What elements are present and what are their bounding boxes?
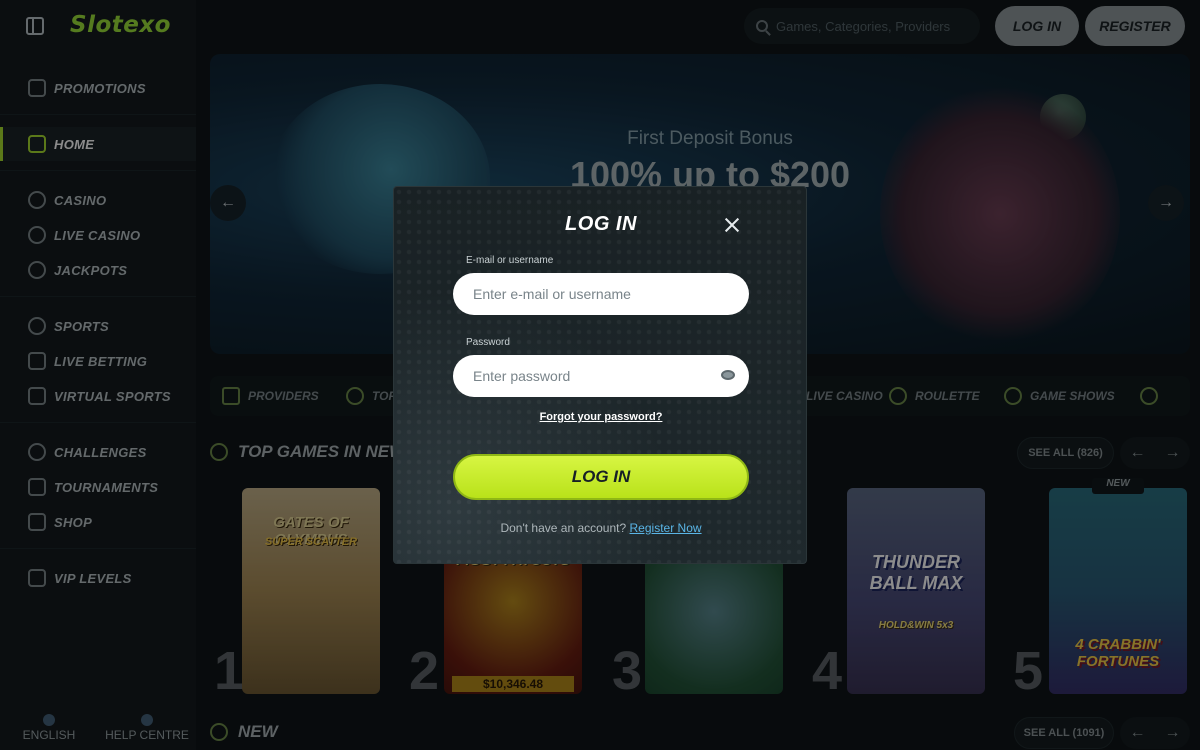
modal-title: LOG IN bbox=[565, 213, 637, 235]
forgot-password-link[interactable]: Forgot your password? bbox=[394, 411, 808, 423]
register-prompt: Don't have an account? Register Now bbox=[394, 521, 808, 535]
password-placeholder: Enter password bbox=[473, 368, 571, 384]
password-label: Password bbox=[466, 337, 510, 348]
no-account-text: Don't have an account? bbox=[500, 521, 627, 535]
email-placeholder: Enter e-mail or username bbox=[473, 286, 631, 302]
register-now-link[interactable]: Register Now bbox=[630, 521, 702, 535]
eye-icon[interactable] bbox=[721, 370, 735, 380]
password-field[interactable]: Enter password bbox=[453, 355, 749, 397]
email-label: E-mail or username bbox=[466, 255, 554, 266]
login-submit-button[interactable]: LOG IN bbox=[453, 454, 749, 500]
email-field[interactable]: Enter e-mail or username bbox=[453, 273, 749, 315]
login-modal: LOG IN E-mail or username Enter e-mail o… bbox=[393, 186, 807, 564]
close-icon[interactable] bbox=[724, 217, 740, 233]
